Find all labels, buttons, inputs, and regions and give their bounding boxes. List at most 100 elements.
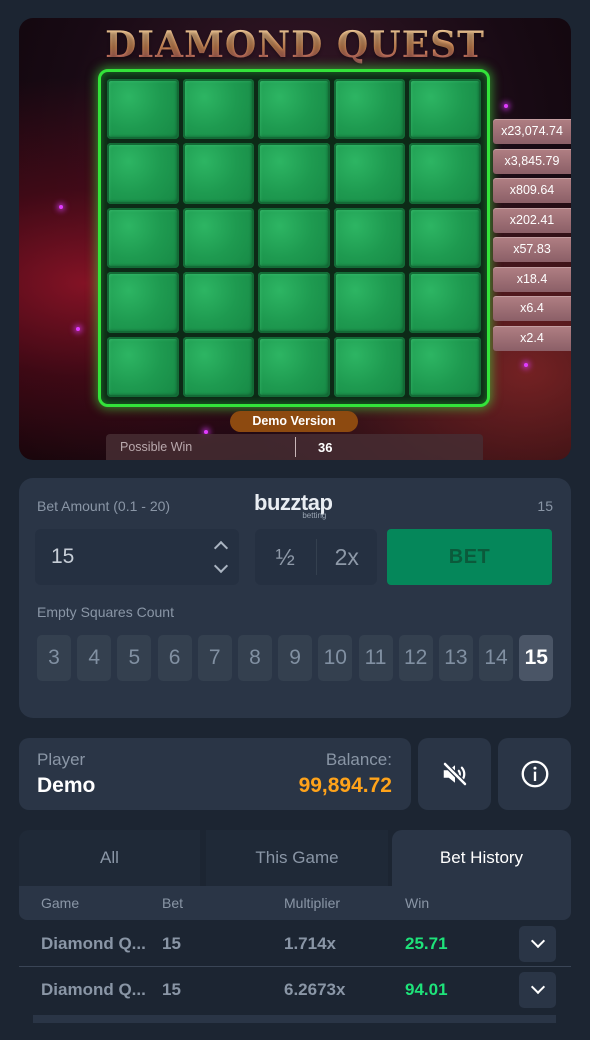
game-title: DIAMOND QUEST: [19, 24, 571, 66]
multiplier-step: x18.4: [493, 266, 571, 292]
square-count-option-8[interactable]: 8: [237, 635, 272, 681]
balance-value: 99,894.72: [298, 774, 392, 797]
board-tile[interactable]: [107, 272, 179, 333]
history-table-header: Game Bet Multiplier Win: [19, 886, 571, 920]
row-bet: 15: [162, 934, 181, 953]
sparkle-decoration: [524, 363, 528, 367]
empty-squares-label: Empty Squares Count: [37, 604, 174, 620]
expand-row-button[interactable]: [519, 926, 556, 962]
row-game: Diamond Q...: [41, 980, 146, 999]
game-board: [98, 69, 490, 407]
square-count-option-5[interactable]: 5: [117, 635, 152, 681]
multiplier-step: x6.4: [493, 296, 571, 321]
table-row: Diamond Q... 15 1.714x 25.71: [19, 922, 571, 966]
row-win: 25.71: [405, 934, 448, 953]
board-tile[interactable]: [409, 336, 481, 397]
board-tile[interactable]: [333, 79, 406, 140]
board-tile[interactable]: [107, 79, 179, 140]
bet-amount-display: 15: [537, 498, 553, 514]
board-tile[interactable]: [182, 336, 255, 397]
column-header-bet: Bet: [162, 895, 184, 911]
chevron-up-icon: [213, 540, 229, 556]
square-count-option-7[interactable]: 7: [197, 635, 232, 681]
bet-amount-input[interactable]: 15: [35, 529, 239, 585]
board-tile[interactable]: [258, 272, 330, 333]
board-tile[interactable]: [107, 143, 179, 204]
expand-row-button[interactable]: [519, 972, 556, 1008]
board-tile[interactable]: [182, 207, 255, 269]
multiplier-step: x2.4: [493, 325, 571, 351]
double-bet-button[interactable]: 2x: [317, 529, 378, 585]
board-tile[interactable]: [409, 143, 481, 204]
bet-amount-label: Bet Amount (0.1 - 20): [37, 498, 171, 514]
history-tabs: All This Game Bet History: [19, 830, 571, 886]
player-name: Demo: [37, 774, 96, 797]
chevron-down-icon: [213, 558, 229, 574]
tab-this-game[interactable]: This Game: [206, 830, 388, 886]
player-card: Player Demo Balance: 99,894.72: [19, 738, 411, 810]
increase-bet-button[interactable]: [213, 537, 229, 558]
info-button[interactable]: [498, 738, 571, 810]
bet-button[interactable]: BET: [387, 529, 552, 585]
chevron-down-icon: [530, 979, 546, 995]
square-count-option-6[interactable]: 6: [157, 635, 192, 681]
column-header-multiplier: Multiplier: [284, 895, 341, 911]
board-tile[interactable]: [182, 143, 255, 204]
board-tile[interactable]: [182, 79, 255, 140]
row-win: 94.01: [405, 980, 448, 999]
multiplier-ladder: x23,074.74 x3,845.79 x809.64 x202.41 x57.83 x…: [493, 119, 571, 355]
multiplier-step: x809.64: [493, 178, 571, 203]
demo-version-badge: Demo Version: [230, 411, 358, 432]
board-tile[interactable]: [409, 272, 481, 333]
board-tile[interactable]: [333, 336, 406, 397]
board-tile[interactable]: [333, 272, 406, 333]
column-header-game: Game: [41, 895, 80, 911]
square-count-option-10[interactable]: 10: [318, 635, 353, 681]
board-tile[interactable]: [258, 143, 330, 204]
possible-win-label: Possible Win: [120, 440, 193, 454]
square-count-option-9[interactable]: 9: [278, 635, 313, 681]
board-tile[interactable]: [409, 207, 481, 269]
game-panel: DIAMOND QUEST x23,074.74 x3,845.79 x809.64…: [19, 18, 571, 460]
square-count-option-4[interactable]: 4: [77, 635, 112, 681]
board-tile[interactable]: [333, 143, 406, 204]
tab-all[interactable]: All: [19, 830, 200, 886]
board-tile[interactable]: [409, 79, 481, 140]
board-tile[interactable]: [107, 207, 179, 269]
half-bet-button[interactable]: ½: [255, 529, 316, 585]
mute-button[interactable]: [418, 738, 491, 810]
bet-amount-value[interactable]: 15: [51, 545, 74, 569]
column-header-win: Win: [405, 895, 430, 911]
board-tile[interactable]: [258, 207, 330, 269]
multiplier-step: x3,845.79: [493, 148, 571, 174]
square-count-option-3[interactable]: 3: [37, 635, 71, 681]
balance-label: Balance:: [325, 750, 392, 769]
sparkle-decoration: [59, 205, 63, 209]
square-count-option-13[interactable]: 13: [438, 635, 473, 681]
multiplier-step: x23,074.74: [493, 119, 571, 144]
empty-squares-selector: 3 4 5 6 7 8 9 10 11 12 13 14 15: [37, 635, 559, 681]
speaker-muted-icon: [442, 762, 467, 786]
tab-bet-history[interactable]: Bet History: [392, 830, 571, 886]
row-multiplier: 6.2673x: [284, 980, 346, 999]
decrease-bet-button[interactable]: [213, 558, 229, 579]
bet-amount-stepper: [213, 537, 229, 579]
square-count-option-11[interactable]: 11: [358, 635, 393, 681]
board-tile[interactable]: [182, 272, 255, 333]
info-icon: [521, 760, 548, 788]
square-count-option-12[interactable]: 12: [398, 635, 433, 681]
board-tile[interactable]: [107, 336, 179, 397]
multiplier-step: x202.41: [493, 207, 571, 233]
bet-panel: Bet Amount (0.1 - 20) buzztap betting 15…: [19, 478, 571, 718]
possible-win-value: 36: [318, 440, 333, 455]
square-count-option-15[interactable]: 15: [519, 635, 554, 681]
scroll-edge: [33, 1015, 556, 1023]
sparkle-decoration: [504, 104, 508, 108]
board-tile[interactable]: [258, 79, 330, 140]
sparkle-decoration: [76, 327, 80, 331]
board-tile[interactable]: [333, 207, 406, 269]
board-tile[interactable]: [258, 336, 330, 397]
divider: [19, 966, 571, 967]
row-bet: 15: [162, 980, 181, 999]
square-count-option-14[interactable]: 14: [479, 635, 514, 681]
